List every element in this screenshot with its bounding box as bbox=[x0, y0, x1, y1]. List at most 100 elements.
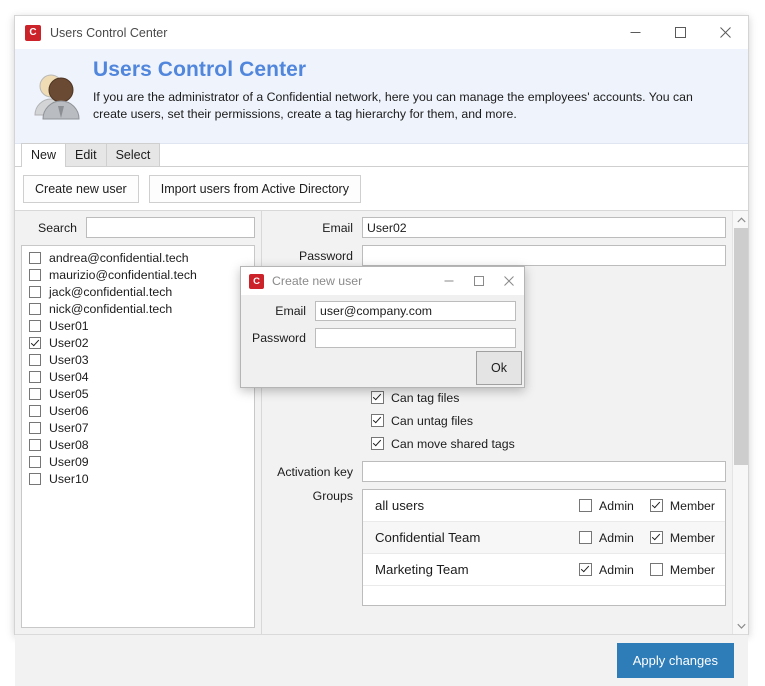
email-label: Email bbox=[322, 220, 353, 235]
list-item-label: nick@confidential.tech bbox=[49, 301, 173, 316]
scrollbar-thumb[interactable] bbox=[734, 228, 748, 465]
user-checkbox[interactable] bbox=[29, 438, 41, 451]
table-row[interactable]: all users Admin Member bbox=[363, 490, 725, 522]
list-item[interactable]: User10 bbox=[22, 470, 254, 487]
admin-checkbox[interactable] bbox=[579, 499, 593, 512]
groups-label: Groups bbox=[312, 489, 353, 503]
import-active-directory-button[interactable]: Import users from Active Directory bbox=[148, 174, 361, 203]
list-item-label: andrea@confidential.tech bbox=[49, 250, 189, 265]
admin-checkbox[interactable] bbox=[579, 531, 593, 544]
user-checkbox[interactable] bbox=[29, 251, 41, 264]
list-item[interactable]: User05 bbox=[22, 385, 254, 402]
apply-changes-button[interactable]: Apply changes bbox=[616, 643, 734, 678]
activation-key-field[interactable] bbox=[362, 461, 726, 482]
table-row[interactable]: Marketing Team Admin Member bbox=[363, 554, 725, 586]
table-row[interactable]: Confidential Team Admin Member bbox=[363, 522, 725, 554]
permission-row-can-tag-files[interactable]: Can tag files bbox=[371, 386, 726, 409]
list-item[interactable]: User01 bbox=[22, 317, 254, 334]
member-label: Member bbox=[669, 498, 715, 513]
tab-edit[interactable]: Edit bbox=[65, 143, 107, 166]
list-item[interactable]: maurizio@confidential.tech bbox=[22, 266, 254, 283]
group-admin-cell[interactable]: Admin bbox=[579, 499, 634, 513]
group-member-cell[interactable]: Member bbox=[649, 530, 715, 545]
banner-text: Users Control Center If you are the admi… bbox=[93, 49, 732, 123]
users-avatar-icon bbox=[15, 49, 93, 144]
list-item[interactable]: User03 bbox=[22, 351, 254, 368]
admin-label: Admin bbox=[599, 562, 634, 577]
list-item-label: User04 bbox=[49, 369, 89, 384]
dialog-email-row: Email bbox=[241, 301, 516, 321]
minimize-icon[interactable] bbox=[434, 267, 464, 295]
permission-checkbox[interactable] bbox=[371, 437, 384, 450]
close-icon[interactable] bbox=[494, 267, 524, 295]
email-field[interactable] bbox=[362, 217, 726, 238]
password-field[interactable] bbox=[362, 245, 726, 266]
permission-checkbox[interactable] bbox=[371, 391, 384, 404]
list-item-label: User03 bbox=[49, 352, 89, 367]
admin-checkbox[interactable] bbox=[579, 563, 593, 576]
user-checkbox[interactable] bbox=[29, 319, 41, 332]
tab-new[interactable]: New bbox=[21, 143, 67, 167]
dialog-email-label: Email bbox=[275, 304, 306, 318]
app-c-icon: C bbox=[249, 273, 264, 289]
dialog-title: Create new user bbox=[272, 274, 363, 288]
group-name: all users bbox=[375, 498, 425, 513]
user-checkbox[interactable] bbox=[29, 472, 41, 485]
permission-checkbox[interactable] bbox=[371, 414, 384, 427]
footer: Apply changes bbox=[15, 634, 748, 686]
list-item[interactable]: User08 bbox=[22, 436, 254, 453]
list-item-label: User05 bbox=[49, 386, 89, 401]
user-checkbox[interactable] bbox=[29, 421, 41, 434]
close-icon[interactable] bbox=[703, 16, 748, 49]
scroll-up-icon[interactable] bbox=[733, 211, 748, 228]
maximize-icon[interactable] bbox=[658, 16, 703, 49]
member-checkbox[interactable] bbox=[649, 531, 663, 544]
minimize-icon[interactable] bbox=[613, 16, 658, 49]
user-checkbox[interactable] bbox=[29, 404, 41, 417]
permission-row-can-move-shared-tags[interactable]: Can move shared tags bbox=[371, 432, 726, 455]
dialog-titlebar: C Create new user bbox=[241, 267, 524, 295]
list-item[interactable]: jack@confidential.tech bbox=[22, 283, 254, 300]
maximize-icon[interactable] bbox=[464, 267, 494, 295]
list-item-label: User06 bbox=[49, 403, 89, 418]
list-item[interactable]: andrea@confidential.tech bbox=[22, 249, 254, 266]
create-new-user-dialog: C Create new user Email Password Ok bbox=[240, 266, 525, 388]
user-checkbox[interactable] bbox=[29, 387, 41, 400]
list-item-label: User07 bbox=[49, 420, 89, 435]
list-item[interactable]: User06 bbox=[22, 402, 254, 419]
tab-select[interactable]: Select bbox=[105, 143, 161, 166]
group-member-cell[interactable]: Member bbox=[649, 563, 715, 577]
list-item[interactable]: User02 bbox=[22, 334, 254, 351]
list-item[interactable]: nick@confidential.tech bbox=[22, 300, 254, 317]
user-checkbox[interactable] bbox=[29, 370, 41, 383]
group-admin-cell[interactable]: Admin bbox=[579, 563, 634, 577]
search-input[interactable] bbox=[86, 217, 255, 238]
user-checkbox[interactable] bbox=[29, 336, 41, 349]
member-label: Member bbox=[669, 530, 715, 545]
user-checkbox[interactable] bbox=[29, 302, 41, 315]
dialog-password-field[interactable] bbox=[315, 328, 516, 348]
create-new-user-button[interactable]: Create new user bbox=[23, 174, 139, 203]
permission-row-can-untag-files[interactable]: Can untag files bbox=[371, 409, 726, 432]
user-checkbox[interactable] bbox=[29, 353, 41, 366]
scroll-down-icon[interactable] bbox=[733, 617, 748, 634]
search-row: Search bbox=[21, 217, 255, 238]
member-checkbox[interactable] bbox=[649, 563, 663, 576]
member-checkbox[interactable] bbox=[649, 499, 663, 512]
details-scrollbar[interactable] bbox=[732, 211, 748, 634]
group-member-cell[interactable]: Member bbox=[649, 498, 715, 513]
group-admin-cell[interactable]: Admin bbox=[579, 531, 634, 545]
list-item[interactable]: User09 bbox=[22, 453, 254, 470]
dialog-ok-button[interactable]: Ok bbox=[476, 351, 522, 385]
list-item-label: User02 bbox=[49, 335, 89, 350]
user-checkbox[interactable] bbox=[29, 285, 41, 298]
user-list[interactable]: andrea@confidential.tech maurizio@confid… bbox=[21, 245, 255, 628]
user-checkbox[interactable] bbox=[29, 268, 41, 281]
dialog-password-label: Password bbox=[252, 331, 306, 345]
header-banner: Users Control Center If you are the admi… bbox=[15, 49, 748, 144]
list-item[interactable]: User07 bbox=[22, 419, 254, 436]
admin-label: Admin bbox=[599, 498, 634, 513]
dialog-email-field[interactable] bbox=[315, 301, 516, 321]
list-item[interactable]: User04 bbox=[22, 368, 254, 385]
user-checkbox[interactable] bbox=[29, 455, 41, 468]
